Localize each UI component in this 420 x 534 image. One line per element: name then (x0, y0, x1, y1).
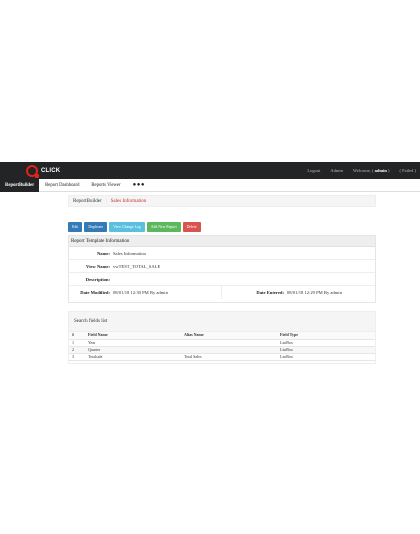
nav-item-reportbuilder[interactable]: ReportBuilder (0, 178, 40, 192)
search-fields-title: Search fields list (69, 312, 375, 332)
logo-text: CLICK (41, 167, 61, 174)
name-label: Name: (96, 250, 110, 256)
cell-field-type: ListBox (277, 346, 375, 354)
col-header-field-type: Field Type (277, 332, 375, 340)
view-name-row: View Name: vwTEST_TOTAL_SALE (69, 260, 375, 273)
table-row[interactable]: 3 Totalsale Total Sales ListBox (69, 353, 375, 361)
nav-item-report-dashboard[interactable]: Report Dashboard (39, 179, 85, 192)
date-entered-label: Date Entered: (256, 290, 284, 295)
breadcrumb: ReportBuilder | Sales Information (68, 195, 376, 207)
table-header-row: # Field Name Alias Name Field Type (69, 332, 375, 340)
add-new-report-button[interactable]: Add New Report (146, 222, 181, 232)
nav-item-reports-viewer[interactable]: Reports Viewer (85, 179, 126, 192)
col-header-index: # (69, 332, 85, 340)
name-value: Sales Information (113, 250, 146, 256)
welcome-prefix: Welcome, ( (352, 168, 375, 173)
cell-field-type: ListBox (277, 353, 375, 361)
view-change-log-button[interactable]: View Change Log (109, 222, 145, 232)
date-entered-cell: Date Entered: 08/01/18 12:29 PM By admin (222, 286, 342, 299)
delete-button[interactable]: Delete (182, 222, 201, 232)
cell-index: 3 (69, 353, 85, 361)
top-links: Logout Admin Welcome, ( admin ) ( Failed… (297, 162, 416, 179)
date-modified-cell: Date Modified: 08/01/18 12:30 PM By admi… (69, 286, 222, 299)
col-header-field-name: Field Name (85, 332, 181, 340)
cell-alias-name: Total Sales (181, 353, 277, 361)
cell-field-name: Totalsale (85, 353, 181, 361)
breadcrumb-current: Sales Information (110, 198, 147, 204)
breadcrumb-root[interactable]: ReportBuilder (73, 199, 102, 204)
template-info-panel: Report Template Information Name: Sales … (68, 235, 376, 303)
edit-button[interactable]: Edit (68, 222, 83, 232)
view-name-label: View Name: (86, 263, 110, 269)
description-label: Description: (85, 276, 110, 282)
search-fields-panel: Search fields list # Field Name Alias Na… (68, 311, 376, 364)
cell-field-name: Year (85, 339, 181, 347)
cell-index: 1 (69, 339, 85, 347)
dates-row: Date Modified: 08/01/18 12:30 PM By admi… (69, 286, 375, 299)
more-menu-icon[interactable]: ●●● (127, 179, 151, 192)
cell-index: 2 (69, 346, 85, 354)
top-bar: CLICK Logout Admin Welcome, ( admin ) ( … (0, 162, 420, 179)
welcome-user: admin (374, 168, 387, 173)
table-row[interactable]: 1 Year ListBox (69, 339, 375, 347)
col-header-alias-name: Alias Name (181, 332, 277, 340)
view-name-value: vwTEST_TOTAL_SALE (113, 263, 161, 269)
cell-alias-name (181, 339, 277, 347)
logout-link[interactable]: Logout (307, 168, 320, 173)
description-row: Description: (69, 273, 375, 286)
panel-title: Report Template Information (69, 236, 375, 247)
welcome-text: Welcome, ( admin ) (353, 168, 390, 173)
cell-alias-name (181, 346, 277, 354)
breadcrumb-separator: | (105, 198, 107, 204)
name-row: Name: Sales Information (69, 247, 375, 260)
table-row[interactable]: 2 Quarter ListBox (69, 346, 375, 354)
click-logo-icon (26, 164, 39, 178)
date-modified-label: Date Modified: (80, 290, 110, 295)
search-fields-table: # Field Name Alias Name Field Type 1 Yea… (69, 332, 375, 361)
brand-logo[interactable]: CLICK (26, 164, 61, 178)
welcome-suffix: ) (386, 168, 390, 173)
cell-field-name: Quarter (85, 346, 181, 354)
date-modified-value: 08/01/18 12:30 PM By admin (113, 290, 168, 295)
admin-link[interactable]: Admin (330, 168, 343, 173)
date-entered-value: 08/01/18 12:29 PM By admin (287, 290, 342, 295)
failed-link[interactable]: ( Failed ) (400, 168, 417, 173)
action-toolbar: Edit Duplicate View Change Log Add New R… (68, 222, 376, 232)
duplicate-button[interactable]: Duplicate (84, 222, 108, 232)
cell-field-type: ListBox (277, 339, 375, 347)
main-nav: ReportBuilder Report Dashboard Reports V… (0, 178, 420, 192)
